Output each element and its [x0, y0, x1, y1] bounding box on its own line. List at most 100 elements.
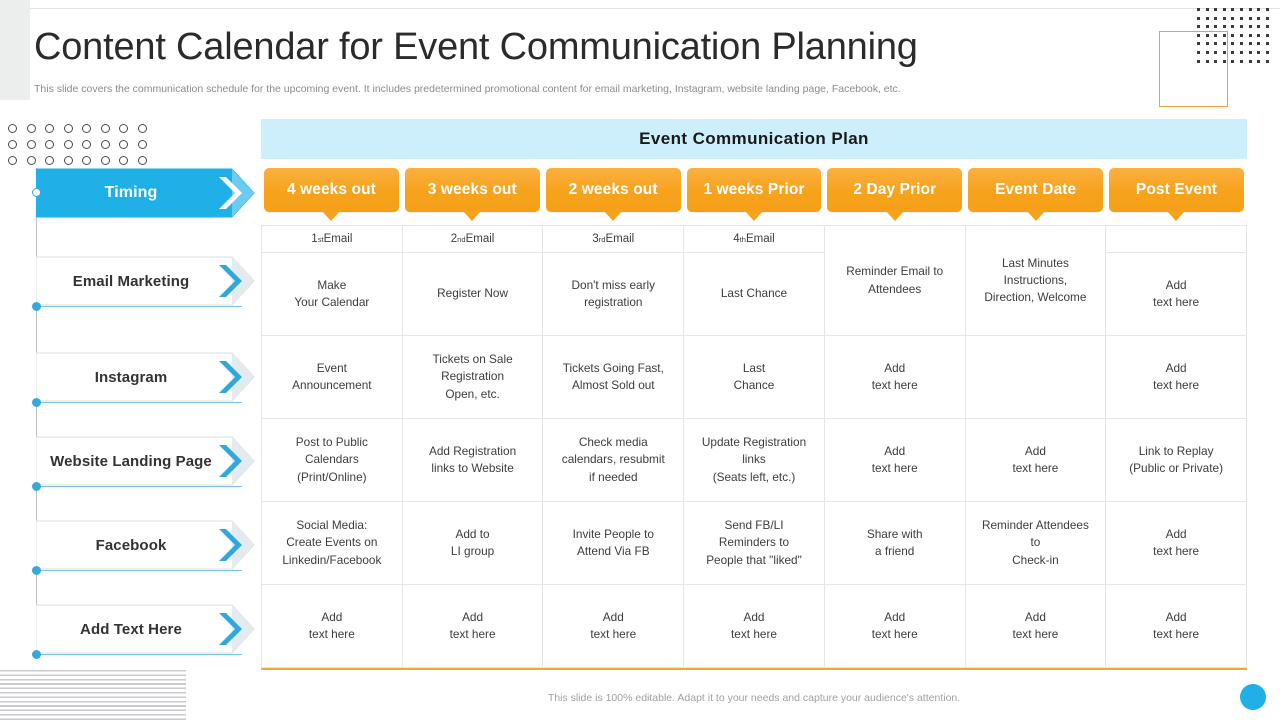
- dot-icon: [1240, 8, 1243, 11]
- dot-icon: [1240, 59, 1243, 63]
- table-cell-website-landing-page-5: Add text here: [824, 419, 966, 502]
- nav-item-facebook[interactable]: Facebook: [31, 520, 258, 575]
- dot-icon: [1240, 16, 1243, 20]
- nav-connector-node: [31, 650, 41, 659]
- circle-dot-icon: [100, 124, 110, 133]
- email-subheader-2: 2nd Email: [402, 226, 544, 253]
- timeline-header-chips: 4 weeks out 3 weeks out 2 weeks out 1 weeks…: [261, 168, 1247, 221]
- dot-icon: [1222, 25, 1226, 29]
- email-subheader-4: 4th Email: [684, 226, 825, 253]
- email-subheader-1: 1st Email: [262, 226, 403, 253]
- circle-dot-icon: [119, 156, 128, 165]
- nav-item-underline: [36, 305, 242, 307]
- chip-pointer-icon: [1167, 211, 1186, 221]
- nav-connector-line: [36, 168, 38, 658]
- dot-icon: [1240, 25, 1243, 29]
- dot-icon: [1231, 59, 1235, 63]
- dot-icon: [1265, 8, 1269, 11]
- timeline-chip-label: Event Date: [968, 168, 1104, 212]
- table-cell-website-landing-page-7: Link to Replay (Public or Private): [1106, 419, 1247, 502]
- timeline-chip-2[interactable]: 3 weeks out: [402, 168, 543, 221]
- nav-item-email-marketing[interactable]: Email Marketing: [31, 256, 258, 311]
- dot-icon: [1214, 25, 1218, 29]
- chip-pointer-icon: [885, 211, 904, 221]
- timeline-chip-5[interactable]: 2 Day Prior: [824, 168, 965, 221]
- dot-icon: [1231, 51, 1235, 54]
- nav-connector-node: [31, 188, 41, 197]
- nav-item-timing[interactable]: Timing: [31, 168, 258, 218]
- table-cell-instagram-2: Tickets on Sale Registration Open, etc.: [402, 336, 544, 419]
- dot-icon: [1257, 25, 1261, 29]
- nav-connector-node: [31, 302, 41, 311]
- timeline-chip-7[interactable]: Post Event: [1106, 168, 1247, 221]
- chip-pointer-icon: [1026, 211, 1045, 221]
- nav-item-label: Timing: [104, 184, 158, 201]
- dot-icon: [1240, 42, 1243, 46]
- circle-dot-icon: [100, 156, 110, 165]
- timeline-chip-4[interactable]: 1 weeks Prior: [684, 168, 825, 221]
- nav-item-website-landing-page[interactable]: Website Landing Page: [31, 436, 258, 491]
- dot-icon: [1257, 51, 1261, 54]
- dot-icon: [1231, 8, 1235, 11]
- nav-item-underline: [36, 485, 242, 487]
- dot-icon: [1248, 42, 1252, 46]
- table-cell-add-text-here-7: Add text here: [1106, 585, 1247, 668]
- stripe-pattern-decoration-bottom-left: [0, 670, 186, 720]
- nav-item-instagram[interactable]: Instagram: [31, 352, 258, 407]
- circle-dot-icon: [45, 156, 54, 165]
- plan-banner-title: Event Communication Plan: [261, 119, 1247, 159]
- timeline-chip-3[interactable]: 2 weeks out: [543, 168, 684, 221]
- chip-pointer-icon: [744, 211, 763, 221]
- circle-dot-grid-decoration-left: [8, 124, 153, 170]
- nav-item-underline: [36, 569, 242, 571]
- circle-dot-icon: [26, 140, 36, 149]
- table-cell-email-marketing-1: Make Your Calendar: [262, 253, 403, 336]
- table-cell-facebook-5: Share with a friend: [824, 502, 966, 585]
- timeline-chip-label: 4 weeks out: [264, 168, 399, 212]
- table-cell-facebook-7: Add text here: [1106, 502, 1247, 585]
- table-cell-website-landing-page-1: Post to Public Calendars (Print/Online): [262, 419, 403, 502]
- dot-icon: [1197, 16, 1200, 20]
- circle-dot-icon: [26, 156, 36, 165]
- left-accent-bar: [0, 0, 30, 100]
- table-cell-email-marketing-event-date: Last Minutes Instructions, Direction, Welc…: [965, 226, 1107, 336]
- dot-icon: [1222, 16, 1226, 20]
- dot-icon: [1257, 8, 1261, 11]
- timeline-chip-label: 2 Day Prior: [827, 168, 963, 212]
- timeline-chip-6[interactable]: Event Date: [965, 168, 1106, 221]
- table-cell-add-text-here-4: Add text here: [684, 585, 825, 668]
- timeline-chip-1[interactable]: 4 weeks out: [261, 168, 402, 221]
- communication-plan-panel: Event Communication Plan 4 weeks out 3 we…: [261, 119, 1247, 704]
- circle-dot-icon: [8, 156, 17, 165]
- content-calendar-grid: 1st Email 2nd Email 3rd Email 4th Email Remin…: [261, 225, 1247, 670]
- table-cell-website-landing-page-4: Update Registration links (Seats left, etc…: [684, 419, 825, 502]
- dot-icon: [1197, 8, 1200, 11]
- dot-icon: [1197, 25, 1200, 29]
- table-cell-website-landing-page-6: Add text here: [965, 419, 1107, 502]
- table-cell-add-text-here-2: Add text here: [402, 585, 544, 668]
- dot-icon: [1248, 16, 1252, 20]
- table-cell-add-text-here-3: Add text here: [543, 585, 685, 668]
- nav-item-add-text-here[interactable]: Add Text Here: [31, 604, 258, 659]
- footer-note: This slide is 100% editable. Adapt it to…: [547, 692, 961, 704]
- table-cell-facebook-3: Invite People to Attend Via FB: [543, 502, 685, 585]
- nav-item-label: Add Text Here: [80, 620, 182, 638]
- table-cell-email-marketing-post-event: Add text here: [1106, 253, 1247, 336]
- table-cell-email-marketing-2-day-prior: Reminder Email to Attendees: [824, 226, 966, 336]
- circle-dot-icon: [8, 124, 17, 133]
- dot-icon: [1265, 16, 1269, 20]
- table-cell-instagram-5: Add text here: [824, 336, 966, 419]
- circle-dot-icon: [82, 124, 91, 133]
- circle-dot-icon: [63, 124, 73, 133]
- nav-item-underline: [36, 653, 242, 655]
- dot-icon: [1231, 33, 1235, 37]
- channel-nav-list: Timing Email Marketing Instagram Website La…: [31, 168, 258, 659]
- circle-dot-icon: [63, 156, 73, 165]
- chip-pointer-icon: [604, 211, 623, 221]
- slide-canvas: Content Calendar for Event Communication…: [0, 0, 1280, 720]
- dot-icon: [1205, 25, 1209, 29]
- table-cell-add-text-here-5: Add text here: [824, 585, 966, 668]
- nav-item-label: Facebook: [95, 536, 167, 554]
- table-cell-email-marketing-4: Last Chance: [684, 253, 825, 336]
- timeline-chip-label: Post Event: [1109, 168, 1244, 212]
